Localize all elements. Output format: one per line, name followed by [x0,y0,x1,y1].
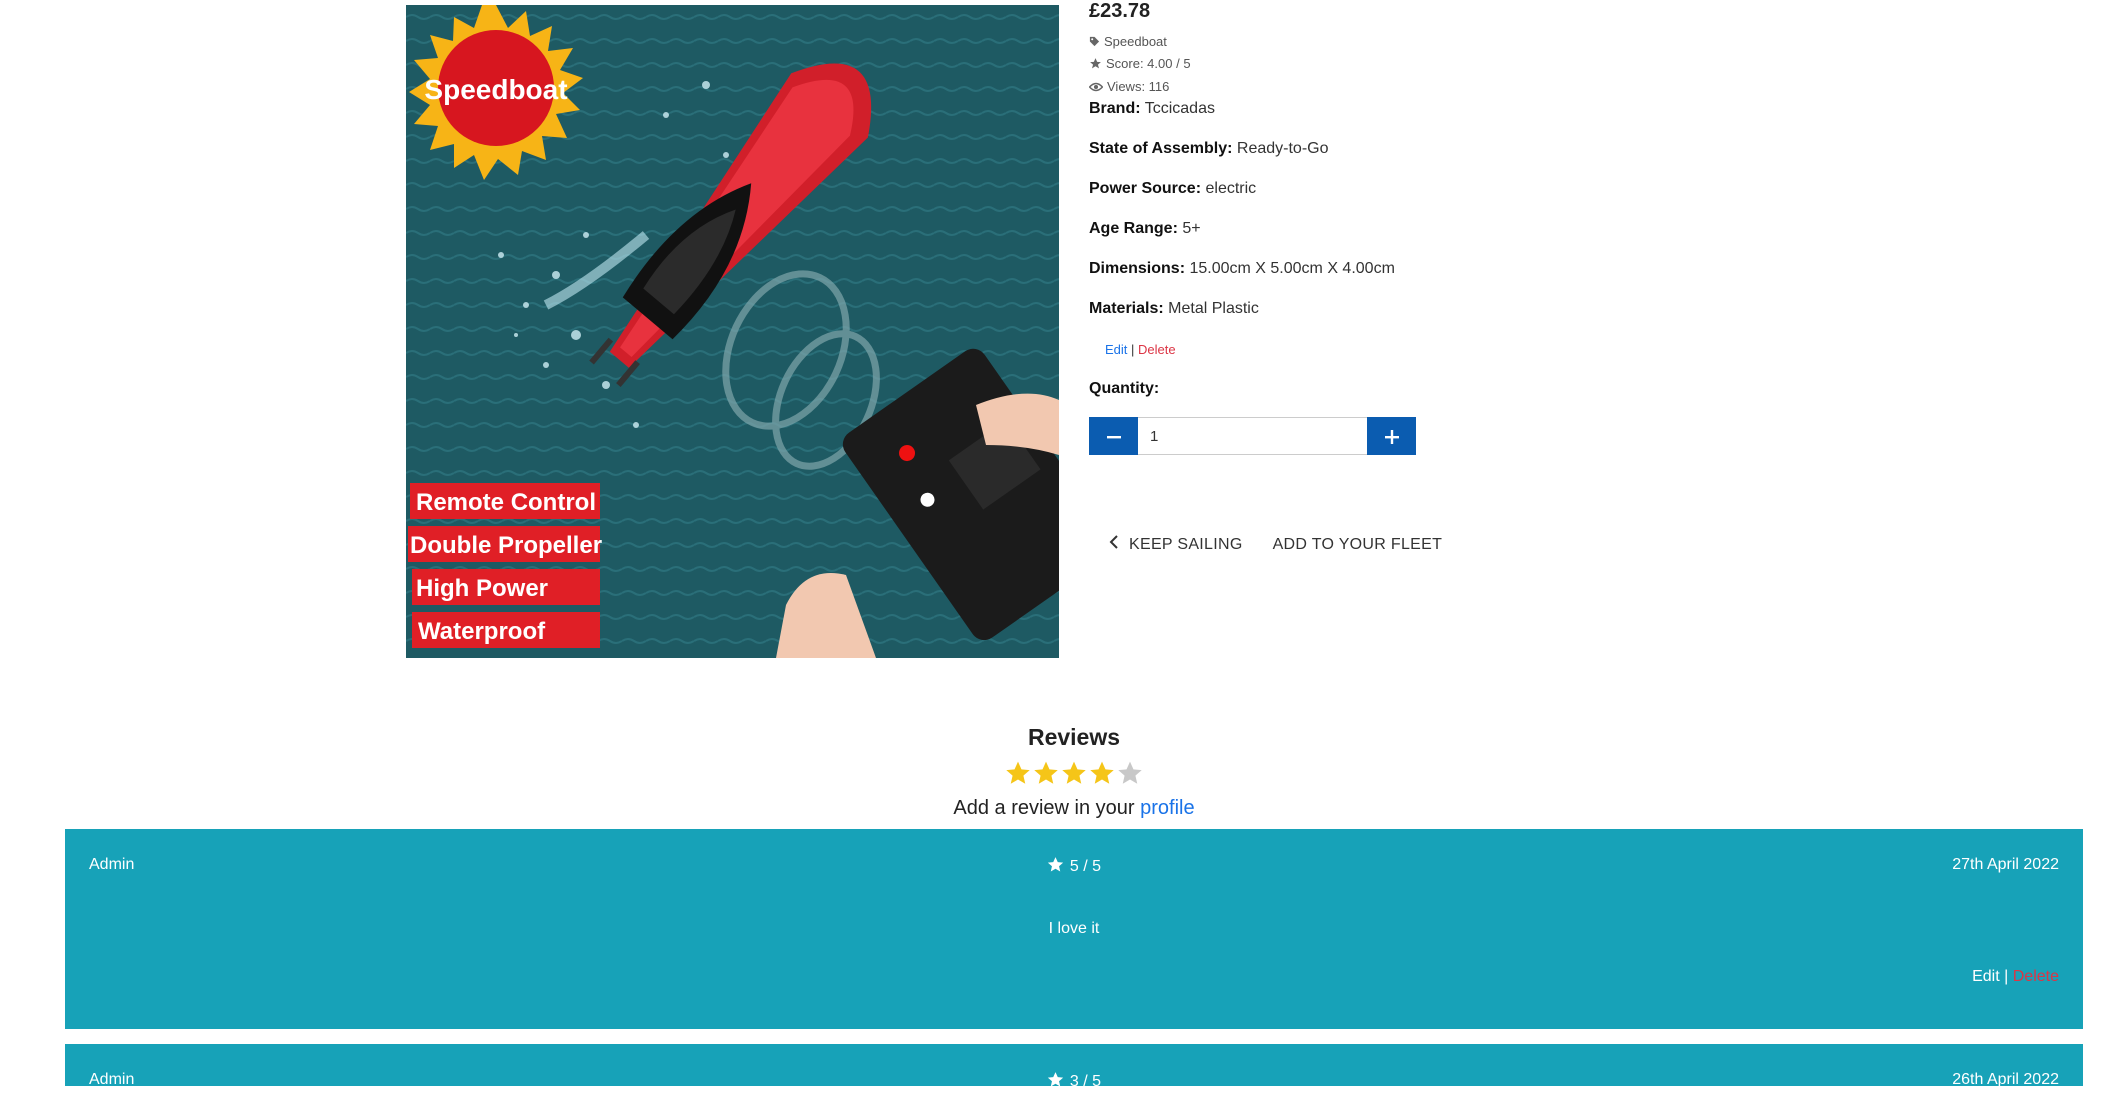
star-icon [1047,856,1064,878]
product-category: Speedboat [1089,34,1167,49]
spec-value: Metal Plastic [1168,300,1259,317]
star-icon [1062,761,1086,784]
delete-product-link[interactable]: Delete [1138,342,1176,357]
add-to-fleet-button[interactable]: ADD TO YOUR FLEET [1273,536,1443,554]
views-label: Views: 116 [1107,79,1170,94]
product-views: Views: 116 [1089,79,1169,94]
spec-label: Age Range: [1089,220,1178,237]
spec-value: Ready-to-Go [1236,140,1329,157]
spec-label: Power Source: [1089,180,1202,197]
separator: | [1131,342,1135,357]
star-icon [1034,761,1058,784]
add-review-text: Add a review in your [953,797,1135,819]
star-icon [1090,761,1114,784]
score-label: Score: 4.00 / 5 [1106,56,1191,71]
spec-dimensions: Dimensions: 15.00cm X 5.00cm X 4.00cm [1089,260,1395,278]
tag-icon [1089,36,1100,47]
quantity-input[interactable] [1138,417,1367,455]
spec-age-range: Age Range: 5+ [1089,220,1201,238]
review-card: Admin 3 / 5 26th April 2022 [65,1044,2083,1090]
product-admin-actions: Edit | Delete [1105,342,1176,357]
profile-link[interactable]: profile [1140,797,1194,819]
plus-icon [1384,421,1400,452]
minus-icon [1106,421,1122,452]
review-date: 27th April 2022 [1952,856,2059,873]
review-text: I love it [1048,920,1100,937]
separator: | [2004,968,2009,985]
spec-label: Dimensions: [1089,260,1186,277]
quantity-label: Quantity: [1089,380,1160,397]
reviews-heading: Reviews [1027,724,1121,750]
category-label: Speedboat [1104,34,1167,49]
image-feature-4: Waterproof [418,618,546,645]
increment-button[interactable] [1367,417,1416,455]
spec-materials: Materials: Metal Plastic [1089,300,1259,318]
spec-value: 15.00cm X 5.00cm X 4.00cm [1189,260,1395,277]
image-badge-text: Speedboat [424,74,567,105]
star-icon [1089,57,1102,70]
image-feature-1: Remote Control [416,489,596,516]
eye-icon [1089,81,1103,93]
spec-value: 5+ [1182,220,1201,237]
spec-label: Brand: [1089,100,1141,117]
star-icon [1047,1071,1064,1093]
chevron-left-icon [1109,535,1119,554]
review-score: 5 / 5 [65,856,2083,878]
empty-star-icon [1118,761,1142,784]
spec-value: electric [1205,180,1257,197]
spec-brand: Brand: Tccicadas [1089,100,1215,118]
review-score-value: 5 / 5 [1069,858,1102,875]
image-feature-2: Double Propeller [410,532,602,559]
quantity-stepper [1089,417,1416,455]
review-date: 26th April 2022 [1952,1071,2059,1088]
product-image: Speedboat Remote Control Double Propelle… [406,5,1059,658]
product-nav: KEEP SAILING ADD TO YOUR FLEET [1109,535,1442,554]
product-price: £23.78 [1089,0,1151,22]
spec-value: Tccicadas [1144,100,1215,117]
spec-label: State of Assembly: [1089,140,1233,157]
add-review-prompt: Add a review in your profile [0,797,2124,820]
keep-sailing-label: KEEP SAILING [1129,535,1243,553]
edit-review-link[interactable]: Edit [1972,968,2000,985]
spec-power-source: Power Source: electric [1089,180,1256,198]
spec-label: Materials: [1089,300,1164,317]
review-actions: Edit | Delete [1972,968,2059,986]
review-score-value: 3 / 5 [1069,1073,1102,1090]
decrement-button[interactable] [1089,417,1138,455]
delete-review-link[interactable]: Delete [2013,968,2059,985]
review-card: Admin 5 / 5 27th April 2022 I love it Ed… [65,829,2083,1029]
edit-product-link[interactable]: Edit [1105,342,1127,357]
product-score: Score: 4.00 / 5 [1089,56,1191,71]
image-feature-3: High Power [416,575,548,602]
add-to-fleet-label: ADD TO YOUR FLEET [1272,535,1443,553]
average-rating-stars [1005,760,1143,786]
review-score: 3 / 5 [65,1071,2083,1093]
keep-sailing-link[interactable]: KEEP SAILING [1109,535,1243,554]
star-icon [1006,761,1030,784]
spec-assembly: State of Assembly: Ready-to-Go [1089,140,1329,158]
